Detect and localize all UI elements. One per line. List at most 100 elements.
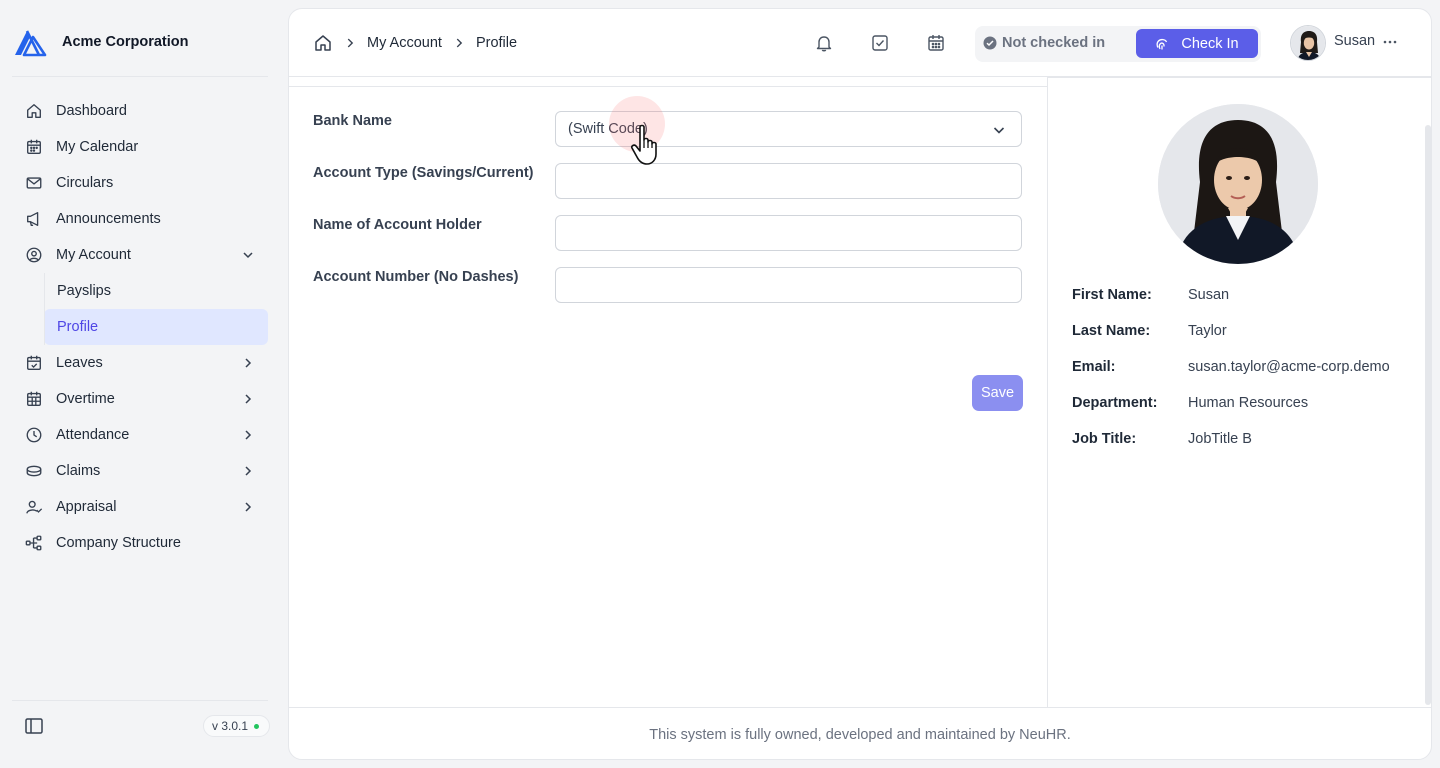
- last-name-label: Last Name:: [1072, 323, 1151, 339]
- last-name-row: Last Name: Taylor: [1072, 313, 1412, 349]
- last-name-value: Taylor: [1188, 323, 1227, 339]
- sidebar-item-appraisal[interactable]: Appraisal: [16, 489, 268, 525]
- profile-panel: First Name: Susan Last Name: Taylor Emai…: [1047, 77, 1431, 707]
- check-in-button[interactable]: Check In: [1136, 29, 1258, 58]
- megaphone-icon: [24, 209, 44, 229]
- save-button[interactable]: Save: [972, 375, 1023, 411]
- account-type-input[interactable]: [555, 163, 1022, 199]
- calendar-grid-icon: [24, 389, 44, 409]
- account-type-row: Account Type (Savings/Current): [313, 163, 1023, 201]
- account-holder-input[interactable]: [555, 215, 1022, 251]
- sidebar-nav: Dashboard My Calendar Circulars Announce…: [16, 93, 268, 561]
- calendar-icon: [24, 137, 44, 157]
- acme-logo-icon: [15, 30, 47, 57]
- org-chart-icon: [24, 533, 44, 553]
- sidebar-item-label: My Account: [56, 247, 131, 263]
- avatar[interactable]: [1290, 25, 1326, 61]
- chevron-right-icon: [245, 430, 252, 440]
- submenu-line: [44, 273, 45, 345]
- calendar-icon[interactable]: [926, 33, 946, 53]
- first-name-label: First Name:: [1072, 287, 1152, 303]
- chevron-down-icon: [993, 127, 1005, 134]
- sidebar-item-announcements[interactable]: Announcements: [16, 201, 268, 237]
- first-name-row: First Name: Susan: [1072, 277, 1412, 313]
- account-number-input[interactable]: [555, 267, 1022, 303]
- fingerprint-icon: [1156, 38, 1168, 49]
- sidebar-item-company-structure[interactable]: Company Structure: [16, 525, 268, 561]
- sidebar-item-label: Profile: [57, 319, 99, 335]
- sidebar-item-label: Company Structure: [56, 535, 181, 551]
- email-label: Email:: [1072, 359, 1116, 375]
- topbar: My Account Profile Not checked in Check …: [289, 9, 1431, 77]
- account-holder-row: Name of Account Holder: [313, 215, 1023, 253]
- task-check-icon[interactable]: [870, 33, 890, 53]
- chevron-right-icon: [347, 38, 354, 48]
- job-title-value: JobTitle B: [1188, 431, 1252, 447]
- divider: [289, 86, 1047, 87]
- breadcrumb: My Account Profile: [313, 32, 517, 54]
- sidebar-item-label: Announcements: [56, 211, 161, 227]
- clock-icon: [24, 425, 44, 445]
- mail-icon: [24, 173, 44, 193]
- divider: [12, 700, 268, 701]
- chevron-right-icon: [245, 466, 252, 476]
- profile-photo: [1158, 104, 1318, 264]
- email-row: Email: susan.taylor@acme-corp.demo: [1072, 349, 1412, 385]
- sidebar-item-claims[interactable]: Claims: [16, 453, 268, 489]
- department-value: Human Resources: [1188, 395, 1309, 411]
- username[interactable]: Susan: [1334, 33, 1375, 49]
- sidebar-item-attendance[interactable]: Attendance: [16, 417, 268, 453]
- version-text: v 3.0.1: [212, 719, 249, 733]
- bell-icon[interactable]: [814, 33, 834, 53]
- status-text: Not checked in: [1002, 35, 1106, 51]
- scrollbar[interactable]: [1425, 125, 1431, 705]
- sidebar-item-overtime[interactable]: Overtime: [16, 381, 268, 417]
- hand-cursor-icon: [631, 124, 657, 165]
- sidebar-toggle-icon[interactable]: [24, 716, 44, 736]
- email-value: susan.taylor@acme-corp.demo: [1188, 359, 1390, 375]
- sidebar-item-my-calendar[interactable]: My Calendar: [16, 129, 268, 165]
- sidebar-item-label: Appraisal: [56, 499, 117, 515]
- footer: This system is fully owned, developed an…: [289, 707, 1431, 759]
- account-holder-label: Name of Account Holder: [313, 217, 482, 233]
- chevron-right-icon: [245, 502, 252, 512]
- sidebar-item-my-account[interactable]: My Account: [16, 237, 268, 273]
- account-number-row: Account Number (No Dashes): [313, 267, 1023, 305]
- divider: [1048, 77, 1431, 78]
- more-icon[interactable]: [1380, 32, 1400, 52]
- calendar-check-icon: [24, 353, 44, 373]
- main-panel: My Account Profile Not checked in Check …: [288, 8, 1432, 760]
- user-check-icon: [24, 497, 44, 517]
- home-icon[interactable]: [313, 33, 333, 53]
- my-account-submenu: Payslips Profile: [44, 273, 268, 345]
- sidebar-item-label: Attendance: [56, 427, 130, 443]
- divider: [12, 76, 268, 77]
- chevron-right-icon: [245, 394, 252, 404]
- sidebar-item-profile[interactable]: Profile: [44, 309, 268, 345]
- profile-info: First Name: Susan Last Name: Taylor Emai…: [1072, 277, 1412, 457]
- department-label: Department:: [1072, 395, 1158, 411]
- brand-name: Acme Corporation: [62, 34, 189, 50]
- home-icon: [24, 101, 44, 121]
- sidebar-item-dashboard[interactable]: Dashboard: [16, 93, 268, 129]
- bank-name-row: Bank Name (Swift Code): [313, 111, 1023, 149]
- sidebar-item-leaves[interactable]: Leaves: [16, 345, 268, 381]
- sidebar-item-label: Payslips: [57, 283, 111, 299]
- sidebar-item-label: Claims: [56, 463, 101, 479]
- online-dot: [254, 723, 260, 729]
- brand[interactable]: Acme Corporation: [12, 24, 189, 60]
- chevron-right-icon: [456, 38, 463, 48]
- sidebar: Acme Corporation Dashboard My Calendar C…: [0, 0, 280, 768]
- check-circle-icon: [983, 36, 997, 50]
- first-name-value: Susan: [1188, 287, 1230, 303]
- job-title-row: Job Title: JobTitle B: [1072, 421, 1412, 457]
- sidebar-item-circulars[interactable]: Circulars: [16, 165, 268, 201]
- check-in-label: Check In: [1181, 35, 1239, 52]
- sidebar-item-label: Leaves: [56, 355, 103, 371]
- breadcrumb-profile: Profile: [475, 35, 518, 51]
- breadcrumb-my-account[interactable]: My Account: [367, 35, 442, 51]
- sidebar-item-payslips[interactable]: Payslips: [44, 273, 268, 309]
- job-title-label: Job Title:: [1072, 431, 1137, 447]
- department-row: Department: Human Resources: [1072, 385, 1412, 421]
- footer-text: This system is fully owned, developed an…: [649, 726, 1071, 743]
